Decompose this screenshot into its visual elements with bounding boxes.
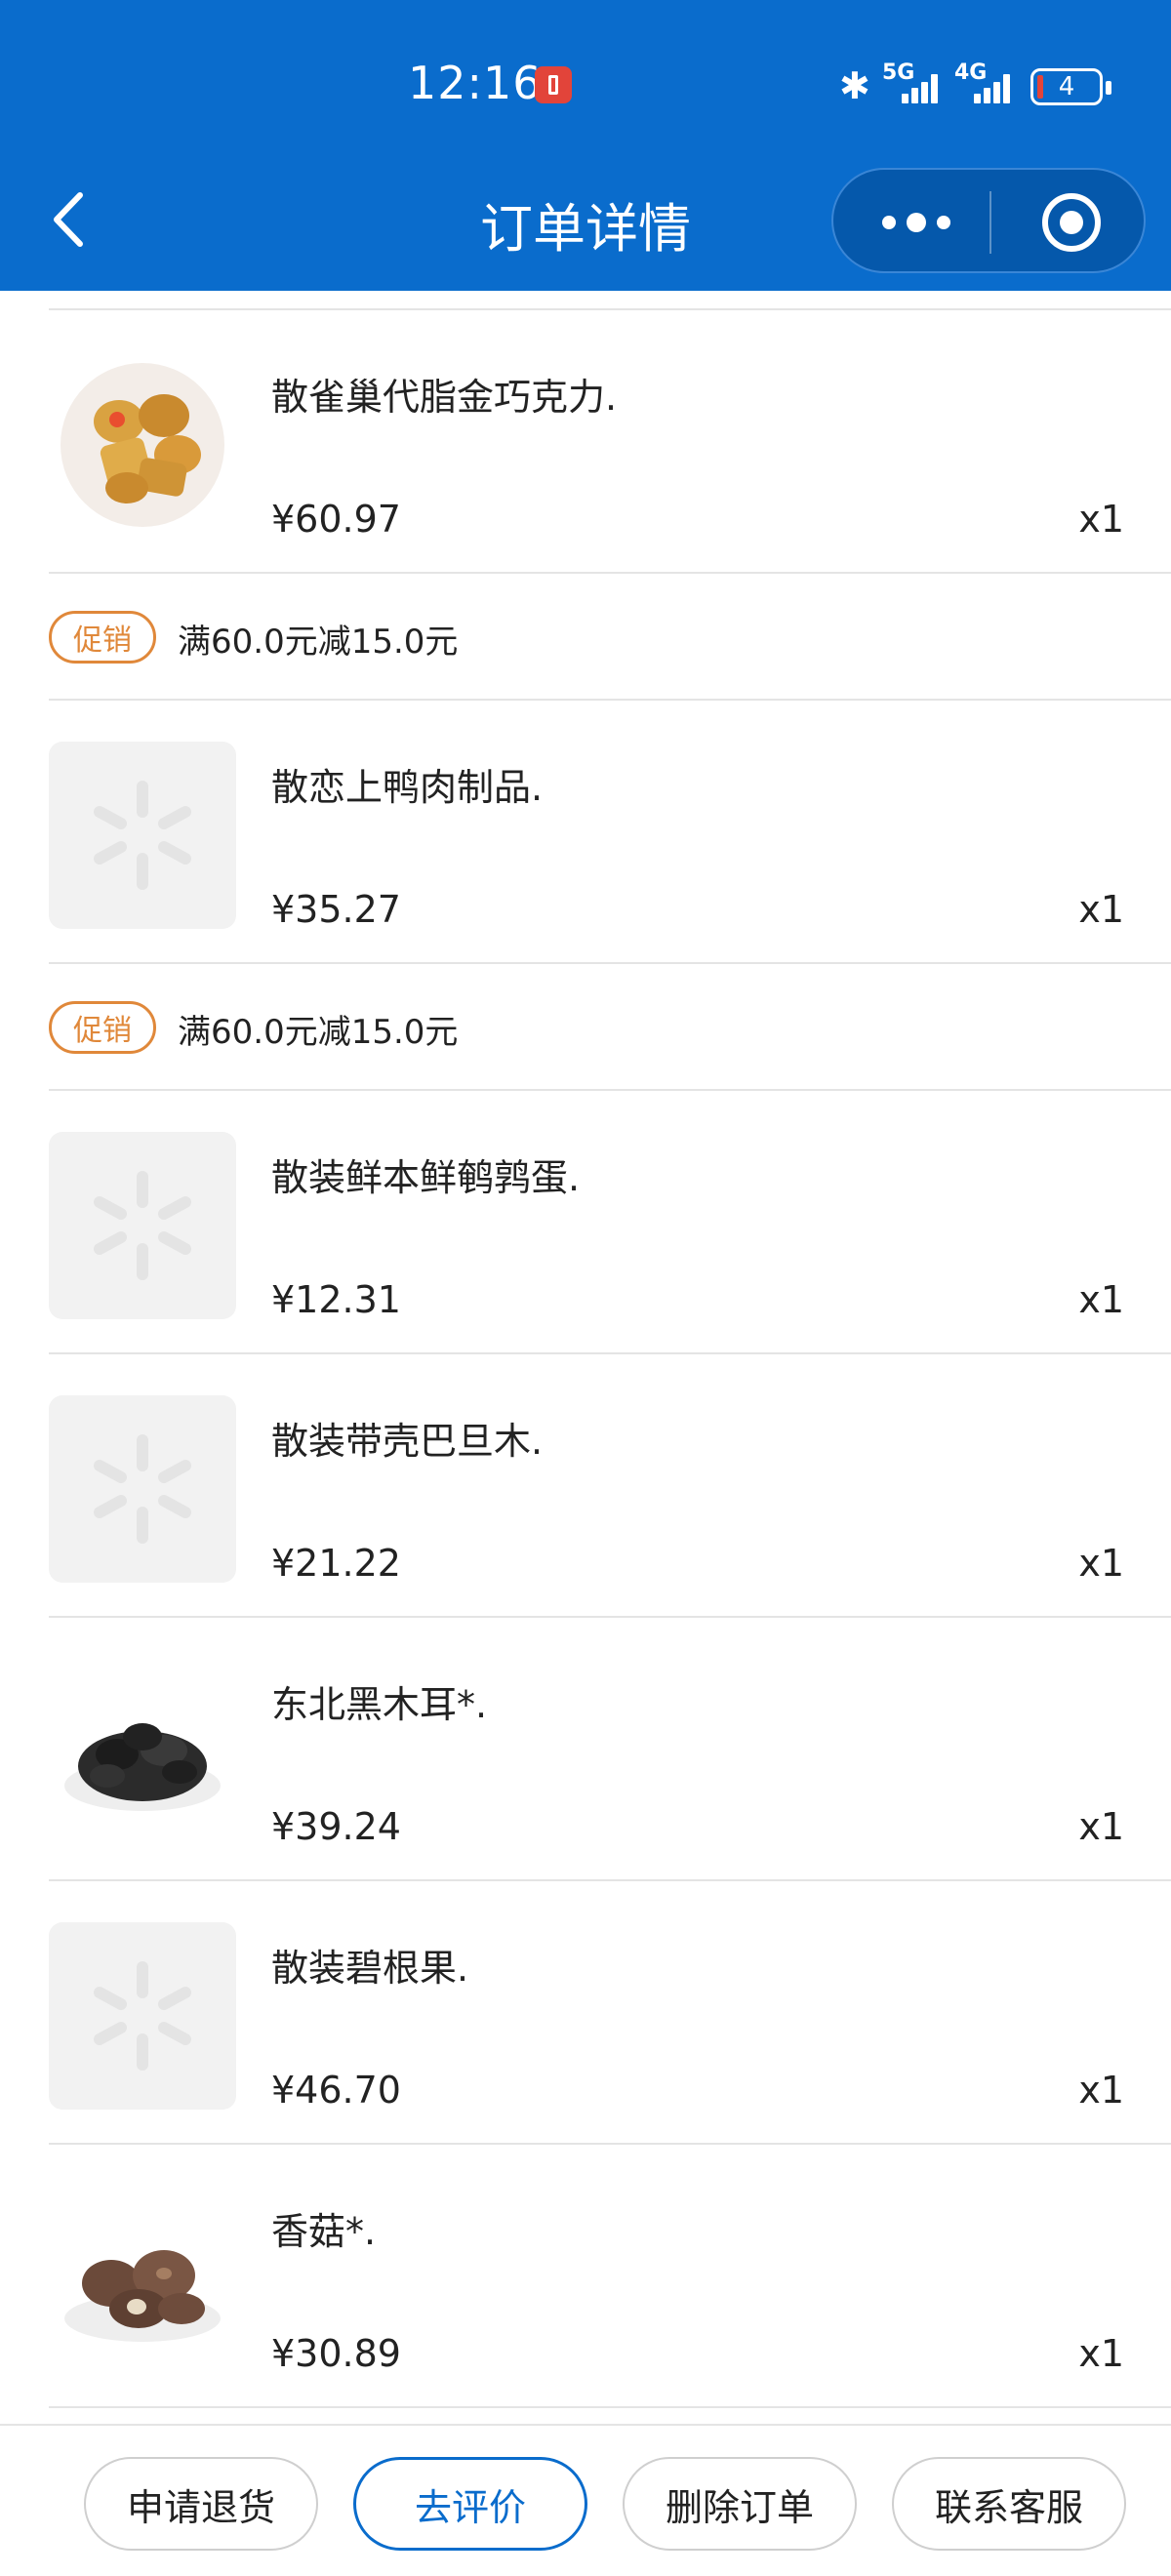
delete-order-button[interactable]: 删除订单 [623,2457,857,2551]
network-5g-label: 5G [882,60,915,85]
write-review-button[interactable]: 去评价 [353,2457,587,2551]
order-item[interactable]: 散恋上鸭肉制品. ¥35.27 x1 [0,701,1171,964]
order-item[interactable]: 散雀巢代脂金巧克力. ¥60.97 x1 [0,310,1171,574]
order-item[interactable]: 散装带壳巴旦木. ¥21.22 x1 [0,1354,1171,1618]
promotion-row: 促销 满60.0元减15.0元 [0,574,1171,701]
header-bar: 12:16 ✱ 5G 4G 4 订单详情 [0,0,1171,291]
product-quantity: x1 [1078,498,1124,541]
product-price: ¥35.27 [271,888,401,931]
close-miniapp-icon[interactable] [1042,193,1101,252]
black-fungus-image [64,1723,221,1811]
contact-service-button[interactable]: 联系客服 [892,2457,1126,2551]
placeholder-image-icon [49,1395,236,1583]
product-name: 散雀巢代脂金巧克力. [271,376,618,419]
status-time: 12:16 [408,57,543,109]
product-name: 散装带壳巴旦木. [271,1420,544,1463]
placeholder-image-icon [49,1922,236,2110]
product-name: 散装鲜本鲜鹌鹑蛋. [271,1156,581,1199]
capsule-divider [989,191,991,254]
product-quantity: x1 [1078,888,1124,931]
product-quantity: x1 [1078,2332,1124,2375]
product-price: ¥39.24 [271,1805,401,1848]
promotion-row: 促销 满60.0元减15.0元 [0,964,1171,1091]
product-price: ¥46.70 [271,2069,401,2112]
product-thumbnail [49,2186,236,2373]
product-name: 香菇*. [271,2210,377,2253]
status-icons: ✱ 5G 4G 4 [839,60,1112,109]
product-name: 东北黑木耳*. [271,1683,488,1726]
order-item[interactable]: 散装碧根果. ¥46.70 x1 [0,1881,1171,2145]
bluetooth-icon: ✱ [839,64,870,107]
promotion-text: 满60.0元减15.0元 [178,623,459,662]
order-item[interactable]: 散装鲜本鲜鹌鹑蛋. ¥12.31 x1 [0,1091,1171,1354]
product-name: 散恋上鸭肉制品. [271,766,544,809]
shiitake-image [64,2250,221,2342]
product-price: ¥30.89 [271,2332,401,2375]
placeholder-image-icon [49,742,236,929]
battery-icon: 4 [1030,68,1111,105]
promotion-text: 满60.0元减15.0元 [178,1013,459,1052]
more-options-icon[interactable] [882,203,950,242]
order-item[interactable]: 香菇*. ¥30.89 x1 [0,2145,1171,2408]
product-quantity: x1 [1078,1278,1124,1321]
product-price: ¥21.22 [271,1542,401,1585]
product-price: ¥12.31 [271,1278,401,1321]
placeholder-image-icon [49,1132,236,1319]
apply-return-button[interactable]: 申请退货 [84,2457,318,2551]
product-thumbnail [49,1659,236,1846]
product-quantity: x1 [1078,1542,1124,1585]
product-thumbnail [49,351,236,539]
product-quantity: x1 [1078,2069,1124,2112]
product-price: ¥60.97 [271,498,401,541]
order-item[interactable]: 东北黑木耳*. ¥39.24 x1 [0,1618,1171,1881]
divider [49,2406,1171,2408]
bottom-action-bar: 申请退货 去评价 删除订单 联系客服 [0,2424,1171,2576]
miniapp-capsule [831,168,1146,273]
battery-level: 4 [1058,72,1075,101]
chocolate-coins-image [61,363,224,527]
network-4g-label: 4G [954,60,988,85]
promotion-badge: 促销 [49,1001,156,1054]
product-quantity: x1 [1078,1805,1124,1848]
battery-alert-icon [535,66,572,103]
promotion-badge: 促销 [49,611,156,664]
product-name: 散装碧根果. [271,1947,469,1990]
